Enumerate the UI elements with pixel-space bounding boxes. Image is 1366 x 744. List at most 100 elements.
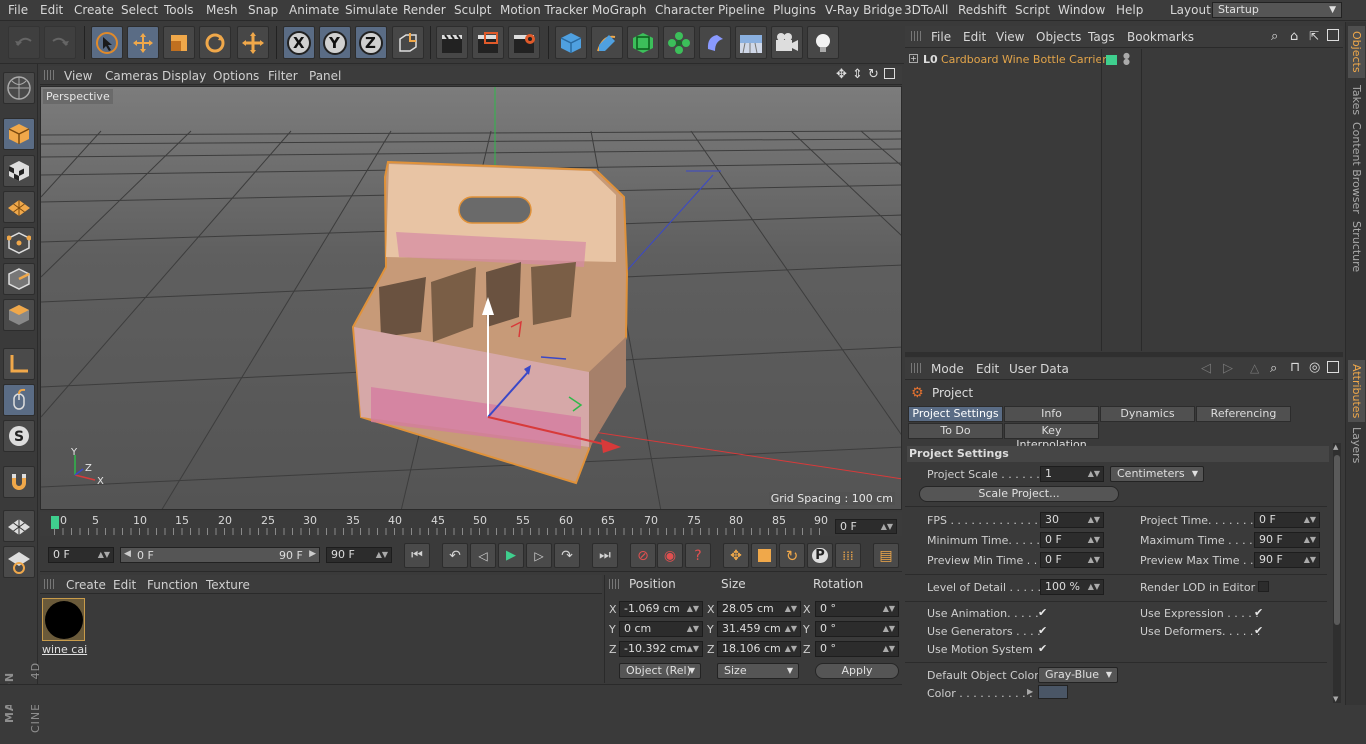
preview-min-time-field[interactable]: 0 F ▲▼ — [1040, 552, 1104, 568]
menu-pipeline[interactable]: Pipeline — [718, 3, 765, 17]
tweak-mode-button[interactable] — [3, 384, 35, 416]
end-frame-field[interactable]: 90 F ▲▼ — [326, 547, 392, 563]
go-to-start-button[interactable]: ⏮ — [404, 543, 430, 568]
orbit-view-icon[interactable]: ↻ — [868, 67, 879, 82]
maximum-time-field[interactable]: 90 F ▲▼ — [1254, 532, 1320, 548]
previous-key-button[interactable]: ↶ — [442, 543, 468, 568]
layout-select[interactable]: Startup ▼ — [1212, 2, 1342, 18]
use-deformers-checkbox[interactable]: ✔ — [1254, 624, 1263, 637]
tab-dynamics[interactable]: Dynamics — [1100, 406, 1195, 422]
side-tab-content-browser[interactable]: Content Browser — [1348, 122, 1365, 214]
objects-menu-view[interactable]: View — [996, 30, 1024, 44]
material-menu-function[interactable]: Function — [147, 578, 198, 592]
tab-project-settings[interactable]: Project Settings — [908, 406, 1003, 422]
lock-icon[interactable]: ⊓ — [1290, 360, 1300, 375]
material-thumbnail[interactable] — [42, 598, 85, 641]
navigate-up-icon[interactable]: ⇱ — [1309, 29, 1319, 43]
points-mode-button[interactable] — [3, 227, 35, 259]
visibility-dots-icon[interactable]: ● ● — [1123, 52, 1130, 66]
viewport-menu-view[interactable]: View — [64, 69, 92, 83]
make-editable-button[interactable] — [3, 72, 35, 104]
timeline-ruler[interactable]: 0 5 10 15 20 25 30 35 40 45 50 55 60 65 … — [40, 512, 902, 536]
menu-select[interactable]: Select — [121, 3, 158, 17]
current-frame-field[interactable]: 0 F ▲▼ — [835, 519, 897, 534]
preview-range-slider[interactable]: ◀ 0 F 90 F ▶ — [120, 547, 320, 563]
snap-button[interactable] — [3, 466, 35, 498]
material-menu-texture[interactable]: Texture — [206, 578, 250, 592]
side-tab-objects[interactable]: Objects — [1348, 26, 1365, 78]
panel-splitter[interactable] — [905, 352, 1343, 357]
objects-menu-tags[interactable]: Tags — [1088, 30, 1115, 44]
menu-help[interactable]: Help — [1116, 3, 1143, 17]
tab-referencing[interactable]: Referencing — [1196, 406, 1291, 422]
object-name[interactable]: Cardboard Wine Bottle Carrier — [941, 53, 1107, 66]
play-button[interactable]: ▶ — [498, 543, 524, 568]
preview-max-time-field[interactable]: 90 F ▲▼ — [1254, 552, 1320, 568]
viewport-menu-cameras[interactable]: Cameras — [105, 69, 158, 83]
axis-mode-button[interactable] — [3, 348, 35, 380]
menu-3dtoall[interactable]: 3DToAll — [904, 3, 948, 17]
tab-info[interactable]: Info — [1004, 406, 1099, 422]
menu-mesh[interactable]: Mesh — [206, 3, 238, 17]
light-object-button[interactable] — [807, 26, 839, 59]
solo-button[interactable]: S — [3, 420, 35, 452]
render-lod-checkbox[interactable] — [1258, 581, 1269, 592]
menu-tools[interactable]: Tools — [164, 3, 194, 17]
scrollbar-thumb[interactable] — [1334, 455, 1340, 625]
position-x-field[interactable]: -1.069 cm ▲▼ — [619, 601, 703, 617]
locked-workplane-button[interactable] — [3, 546, 35, 578]
tab-key-interpolation[interactable]: Key Interpolation — [1004, 423, 1099, 451]
previous-frame-button[interactable]: ◁ — [470, 543, 496, 568]
target-icon[interactable]: ◎ — [1309, 360, 1320, 375]
menu-redshift[interactable]: Redshift — [958, 3, 1007, 17]
size-y-field[interactable]: 31.459 cm ▲▼ — [717, 621, 801, 637]
menu-script[interactable]: Script — [1015, 3, 1050, 17]
edges-mode-button[interactable] — [3, 263, 35, 295]
objects-menu-edit[interactable]: Edit — [963, 30, 986, 44]
attributes-menu-user-data[interactable]: User Data — [1009, 362, 1069, 376]
use-animation-checkbox[interactable]: ✔ — [1038, 606, 1047, 619]
color-swatch[interactable] — [1038, 685, 1068, 699]
menu-edit[interactable]: Edit — [40, 3, 63, 17]
scroll-down-icon[interactable]: ▼ — [1333, 695, 1338, 703]
render-region-button[interactable] — [472, 26, 504, 59]
camera-object-button[interactable] — [771, 26, 803, 59]
pan-view-icon[interactable]: ✥ — [836, 67, 847, 82]
menu-create[interactable]: Create — [74, 3, 114, 17]
search-icon[interactable]: ⌕ — [1271, 29, 1278, 44]
go-to-end-button[interactable]: ⏭ — [592, 543, 618, 568]
recent-tool-button[interactable] — [237, 26, 269, 59]
viewport-menu-display[interactable]: Display — [162, 69, 206, 83]
use-generators-checkbox[interactable]: ✔ — [1038, 624, 1047, 637]
next-key-button[interactable]: ↷ — [554, 543, 580, 568]
cube-primitive-button[interactable] — [555, 26, 587, 59]
attributes-menu-edit[interactable]: Edit — [976, 362, 999, 376]
menu-animate[interactable]: Animate — [289, 3, 339, 17]
floor-object-button[interactable] — [735, 26, 767, 59]
side-tab-attributes[interactable]: Attributes — [1348, 360, 1365, 422]
use-motion-system-checkbox[interactable]: ✔ — [1038, 642, 1047, 655]
maximize-view-icon[interactable] — [884, 68, 895, 79]
search-icon[interactable]: ⌕ — [1270, 361, 1277, 376]
fps-field[interactable]: 30 ▲▼ — [1040, 512, 1104, 528]
menu-render[interactable]: Render — [403, 3, 446, 17]
model-mode-button[interactable] — [3, 118, 35, 150]
use-expression-checkbox[interactable]: ✔ — [1254, 606, 1263, 619]
material-menu-create[interactable]: Create — [66, 578, 106, 592]
scale-project-button[interactable]: Scale Project... — [919, 486, 1119, 502]
up-arrow-icon[interactable]: △ — [1250, 361, 1259, 375]
project-scale-field[interactable]: 1 ▲▼ — [1040, 466, 1104, 482]
objects-menu-file[interactable]: File — [931, 30, 951, 44]
back-arrow-icon[interactable]: ◁ — [1201, 361, 1211, 376]
menu-character[interactable]: Character — [655, 3, 714, 17]
scroll-up-icon[interactable]: ▲ — [1333, 443, 1338, 451]
perspective-viewport[interactable]: Y X Z Perspective Grid Spacing : 100 cm — [40, 86, 902, 510]
start-frame-field[interactable]: 0 F ▲▼ — [48, 547, 114, 563]
material-menu-edit[interactable]: Edit — [113, 578, 136, 592]
subdivision-surface-button[interactable] — [627, 26, 659, 59]
new-manager-icon[interactable] — [1327, 361, 1339, 373]
key-scale-button[interactable] — [751, 543, 777, 568]
key-position-button[interactable]: ✥ — [723, 543, 749, 568]
expand-toggle-icon[interactable]: + — [909, 54, 918, 63]
material-name[interactable]: wine cai — [42, 643, 87, 656]
